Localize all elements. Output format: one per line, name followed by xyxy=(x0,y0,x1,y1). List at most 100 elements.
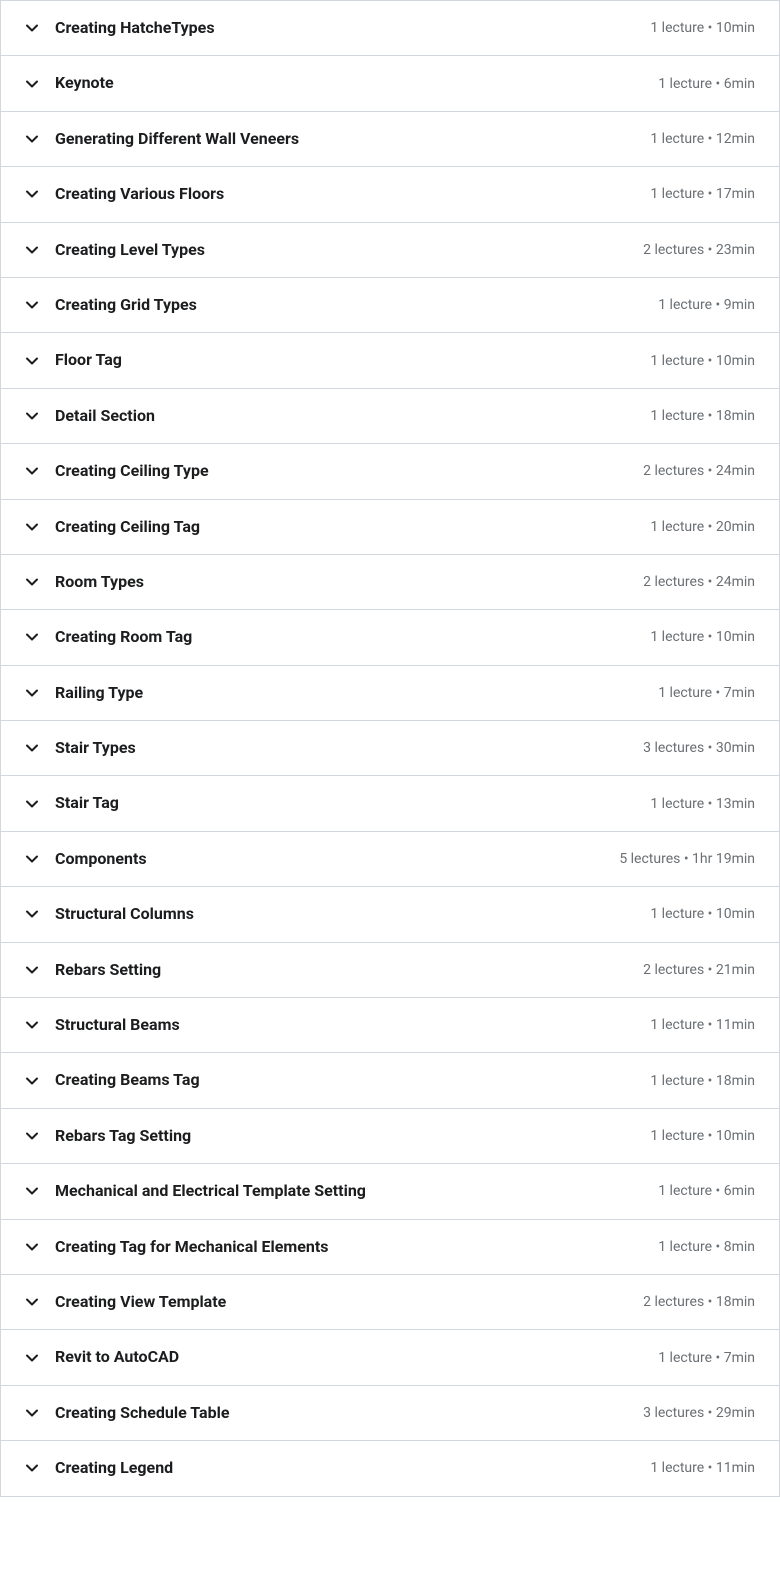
section-title: Stair Tag xyxy=(55,792,119,814)
section-title: Detail Section xyxy=(55,405,155,427)
section-left: Creating Beams Tag xyxy=(25,1069,200,1091)
section-row[interactable]: Railing Type 1 lecture • 7min xyxy=(1,666,779,721)
section-meta: 1 lecture • 11min xyxy=(650,1017,755,1033)
chevron-down-icon xyxy=(25,1351,39,1365)
section-left: Creating Various Floors xyxy=(25,183,224,205)
section-row[interactable]: Stair Tag 1 lecture • 13min xyxy=(1,776,779,831)
section-row[interactable]: Rebars Setting 2 lectures • 21min xyxy=(1,943,779,998)
section-meta: 2 lectures • 24min xyxy=(643,574,755,590)
section-meta: 1 lecture • 10min xyxy=(650,1128,755,1144)
section-row[interactable]: Creating Ceiling Type2 lectures • 24min xyxy=(1,444,779,499)
section-title: Creating Grid Types xyxy=(55,294,197,316)
section-row[interactable]: Stair Types3 lectures • 30min xyxy=(1,721,779,776)
chevron-down-icon xyxy=(25,21,39,35)
section-title: Rebars Tag Setting xyxy=(55,1125,191,1147)
chevron-down-icon xyxy=(25,187,39,201)
section-row[interactable]: Creating Legend1 lecture • 11min xyxy=(1,1441,779,1496)
section-title: Structural Columns xyxy=(55,903,194,925)
section-left: Stair Types xyxy=(25,737,136,759)
section-row[interactable]: Rebars Tag Setting 1 lecture • 10min xyxy=(1,1109,779,1164)
chevron-down-icon xyxy=(25,243,39,257)
section-meta: 2 lectures • 21min xyxy=(643,962,755,978)
section-title: Floor Tag xyxy=(55,349,122,371)
section-title: Railing Type xyxy=(55,682,143,704)
section-row[interactable]: Creating HatcheTypes1 lecture • 10min xyxy=(1,1,779,56)
section-title: Creating Tag for Mechanical Elements xyxy=(55,1236,329,1258)
section-left: Creating Ceiling Tag xyxy=(25,516,200,538)
section-title: Room Types xyxy=(55,571,144,593)
section-row[interactable]: Structural Beams 1 lecture • 11min xyxy=(1,998,779,1053)
section-row[interactable]: Generating Different Wall Veneers1 lectu… xyxy=(1,112,779,167)
chevron-down-icon xyxy=(25,741,39,755)
chevron-down-icon xyxy=(25,907,39,921)
section-left: Creating Room Tag xyxy=(25,626,192,648)
section-meta: 1 lecture • 17min xyxy=(650,186,755,202)
section-row[interactable]: Creating Room Tag 1 lecture • 10min xyxy=(1,610,779,665)
chevron-down-icon xyxy=(25,298,39,312)
section-row[interactable]: Structural Columns1 lecture • 10min xyxy=(1,887,779,942)
section-left: Creating Tag for Mechanical Elements xyxy=(25,1236,329,1258)
section-title: Structural Beams xyxy=(55,1014,180,1036)
section-meta: 2 lectures • 18min xyxy=(643,1294,755,1310)
section-meta: 1 lecture • 7min xyxy=(658,685,755,701)
section-row[interactable]: Creating Tag for Mechanical Elements1 le… xyxy=(1,1220,779,1275)
section-row[interactable]: Detail Section1 lecture • 18min xyxy=(1,389,779,444)
section-row[interactable]: Creating Ceiling Tag 1 lecture • 20min xyxy=(1,500,779,555)
section-row[interactable]: Keynote1 lecture • 6min xyxy=(1,56,779,111)
chevron-down-icon xyxy=(25,797,39,811)
section-row[interactable]: Creating Level Types2 lectures • 23min xyxy=(1,223,779,278)
section-title: Components xyxy=(55,848,147,870)
chevron-down-icon xyxy=(25,409,39,423)
section-left: Components xyxy=(25,848,147,870)
section-left: Creating Grid Types xyxy=(25,294,197,316)
section-meta: 1 lecture • 10min xyxy=(650,629,755,645)
section-meta: 1 lecture • 6min xyxy=(658,76,755,92)
section-row[interactable]: Mechanical and Electrical Template Setti… xyxy=(1,1164,779,1219)
section-left: Room Types xyxy=(25,571,144,593)
chevron-down-icon xyxy=(25,1018,39,1032)
section-meta: 1 lecture • 9min xyxy=(658,297,755,313)
section-meta: 1 lecture • 20min xyxy=(650,519,755,535)
chevron-down-icon xyxy=(25,1074,39,1088)
section-row[interactable]: Components 5 lectures • 1hr 19min xyxy=(1,832,779,887)
chevron-down-icon xyxy=(25,852,39,866)
section-title: Creating Schedule Table xyxy=(55,1402,230,1424)
section-meta: 1 lecture • 6min xyxy=(658,1183,755,1199)
section-row[interactable]: Room Types 2 lectures • 24min xyxy=(1,555,779,610)
section-title: Creating Ceiling Tag xyxy=(55,516,200,538)
section-left: Mechanical and Electrical Template Setti… xyxy=(25,1180,366,1202)
section-left: Rebars Setting xyxy=(25,959,161,981)
section-row[interactable]: Revit to AutoCAD1 lecture • 7min xyxy=(1,1330,779,1385)
section-left: Creating HatcheTypes xyxy=(25,17,215,39)
section-left: Detail Section xyxy=(25,405,155,427)
chevron-down-icon xyxy=(25,354,39,368)
section-row[interactable]: Creating Schedule Table 3 lectures • 29mi… xyxy=(1,1386,779,1441)
section-left: Structural Beams xyxy=(25,1014,180,1036)
section-meta: 2 lectures • 23min xyxy=(643,242,755,258)
section-meta: 1 lecture • 18min xyxy=(650,1073,755,1089)
section-row[interactable]: Creating Beams Tag 1 lecture • 18min xyxy=(1,1053,779,1108)
section-meta: 1 lecture • 10min xyxy=(650,353,755,369)
chevron-down-icon xyxy=(25,963,39,977)
chevron-down-icon xyxy=(25,1129,39,1143)
chevron-down-icon xyxy=(25,630,39,644)
chevron-down-icon xyxy=(25,1406,39,1420)
section-title: Creating HatcheTypes xyxy=(55,17,215,39)
chevron-down-icon xyxy=(25,1184,39,1198)
section-title: Creating Various Floors xyxy=(55,183,224,205)
section-title: Creating Legend xyxy=(55,1457,173,1479)
section-row[interactable]: Creating Various Floors 1 lecture • 17min xyxy=(1,167,779,222)
section-row[interactable]: Creating View Template2 lectures • 18min xyxy=(1,1275,779,1330)
section-meta: 5 lectures • 1hr 19min xyxy=(619,851,755,867)
section-left: Revit to AutoCAD xyxy=(25,1346,179,1368)
section-left: Floor Tag xyxy=(25,349,122,371)
section-row[interactable]: Creating Grid Types 1 lecture • 9min xyxy=(1,278,779,333)
course-sections-accordion: Creating HatcheTypes1 lecture • 10minKey… xyxy=(0,0,780,1497)
section-meta: 1 lecture • 13min xyxy=(650,796,755,812)
section-row[interactable]: Floor Tag 1 lecture • 10min xyxy=(1,333,779,388)
section-title: Generating Different Wall Veneers xyxy=(55,128,299,150)
section-left: Structural Columns xyxy=(25,903,194,925)
section-title: Revit to AutoCAD xyxy=(55,1346,179,1368)
section-meta: 3 lectures • 29min xyxy=(643,1405,755,1421)
section-left: Creating Legend xyxy=(25,1457,173,1479)
